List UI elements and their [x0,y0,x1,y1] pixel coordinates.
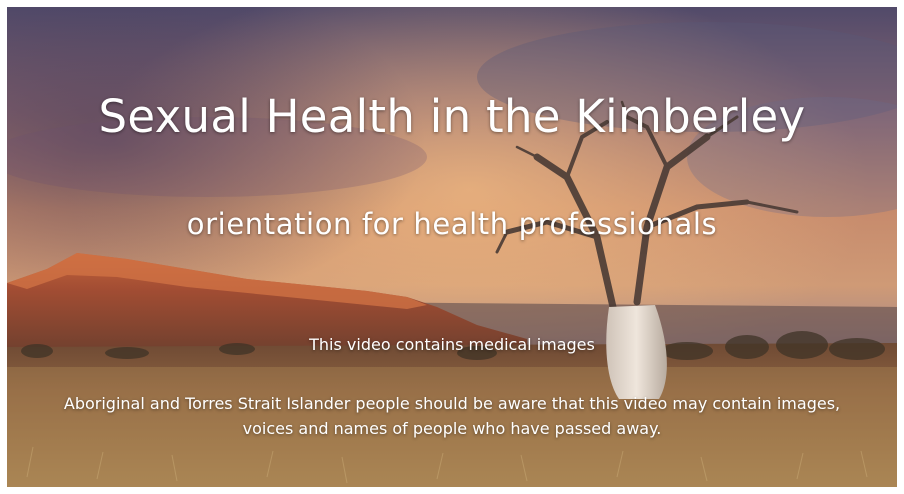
medical-images-notice: This video contains medical images [309,335,595,354]
title-card: Sexual Health in the Kimberley orientati… [7,7,897,487]
cultural-warning-notice: Aboriginal and Torres Strait Islander pe… [63,394,841,438]
video-title: Sexual Health in the Kimberley [98,90,806,143]
video-frame[interactable]: Sexual Health in the Kimberley orientati… [7,7,897,487]
video-subtitle: orientation for health professionals [186,207,718,241]
